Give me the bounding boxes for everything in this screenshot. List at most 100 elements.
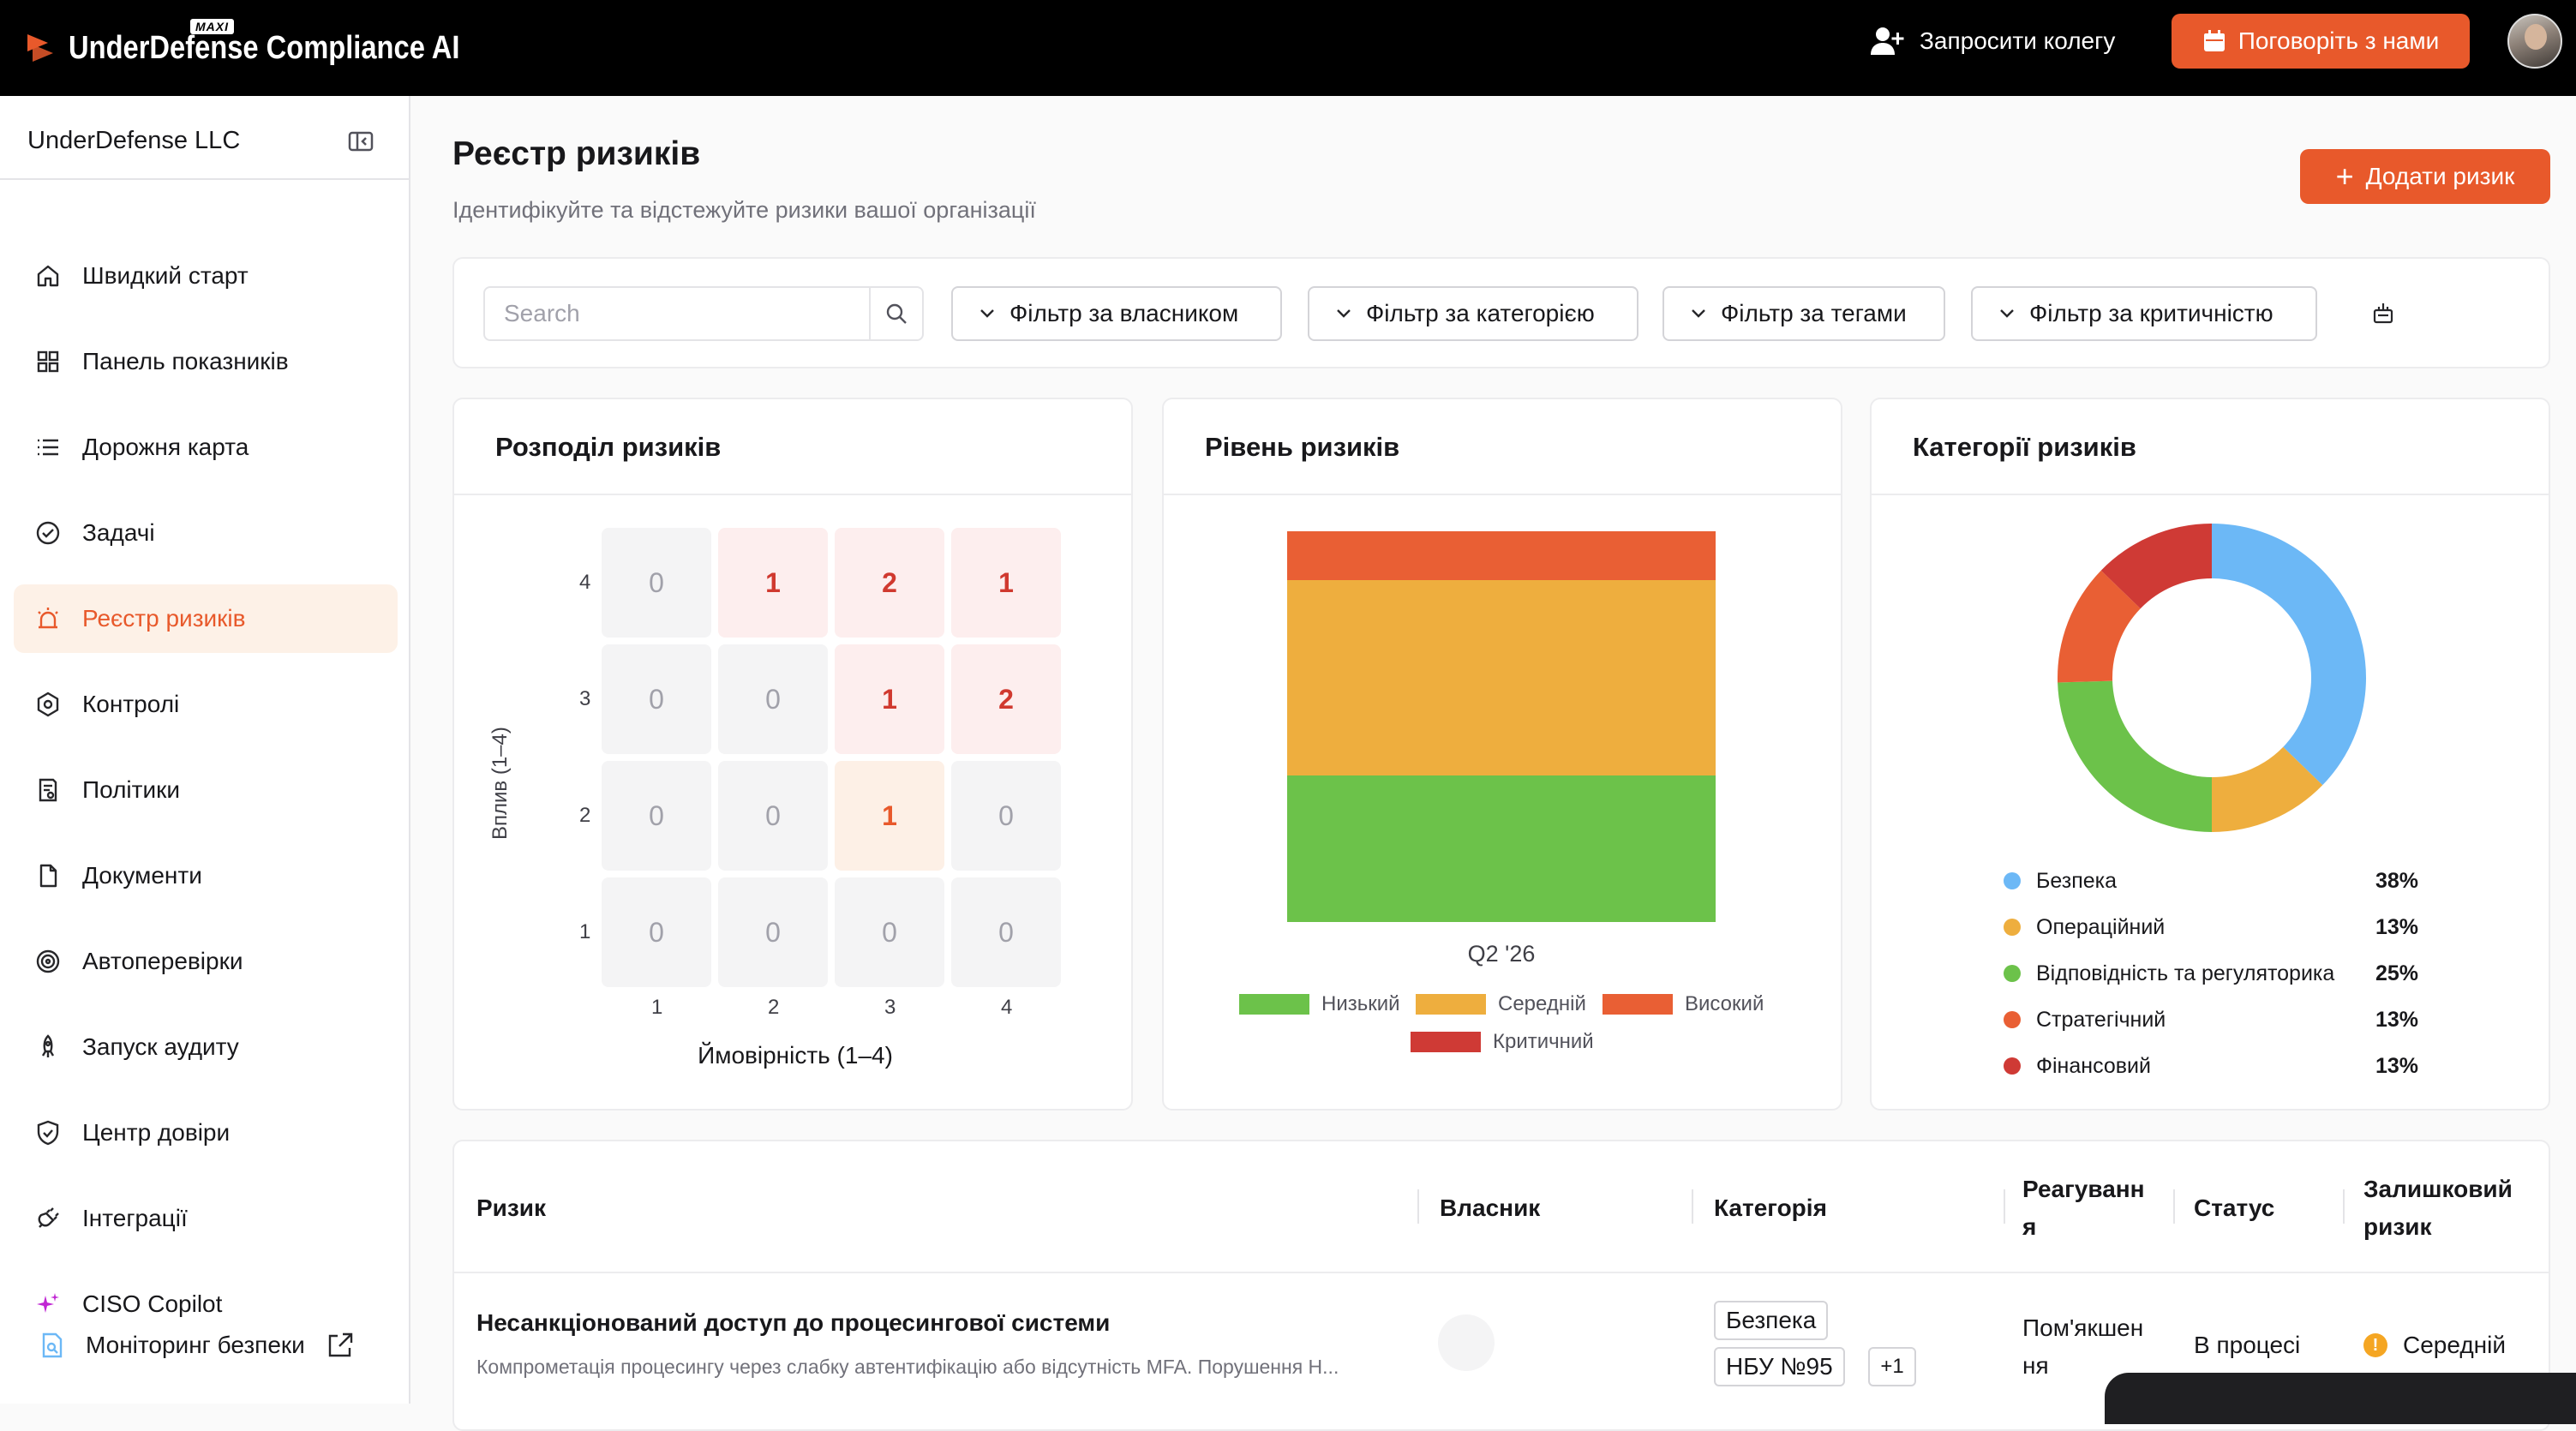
legend-swatch	[1603, 994, 1673, 1015]
legend-swatch	[1411, 1032, 1481, 1052]
risk-title[interactable]: Несанкціонований доступ до процесингової…	[476, 1309, 1110, 1337]
monitoring-label: Моніторинг безпеки	[86, 1332, 305, 1358]
bar-segment[interactable]	[1287, 775, 1716, 922]
column-owner[interactable]: Власник	[1440, 1189, 1540, 1227]
search-input[interactable]	[485, 288, 869, 339]
category-pct: 13%	[2375, 914, 2418, 939]
heatmap-cell[interactable]: 1	[718, 528, 828, 638]
heatmap-cell[interactable]: 0	[951, 877, 1061, 987]
page-subtitle: Ідентифікуйте та відстежуйте ризики вашо…	[452, 197, 1036, 223]
more-tags-badge[interactable]: +1	[1868, 1347, 1916, 1386]
category-name: Операційний	[2036, 914, 2166, 939]
heatmap-cell[interactable]: 1	[951, 528, 1061, 638]
search-box	[483, 286, 924, 341]
owner-avatar[interactable]	[1438, 1314, 1495, 1371]
sidebar-item-policies[interactable]: Політики	[14, 756, 398, 824]
heatmap-cell[interactable]: 1	[835, 761, 944, 871]
tags-filter[interactable]: Фільтр за тегами	[1662, 286, 1945, 341]
sidebar-item-label: CISO Copilot	[82, 1290, 223, 1317]
category-filter[interactable]: Фільтр за категорією	[1308, 286, 1638, 341]
regulation-tag: НБУ №95	[1714, 1347, 1845, 1386]
overlay-popup-edge	[2105, 1373, 2576, 1424]
brand-name: UnderDefense Compliance AI	[69, 29, 460, 66]
heatmap-cell[interactable]: 0	[602, 877, 711, 987]
column-response-line2: я	[2022, 1213, 2037, 1240]
legend-dot	[2004, 1057, 2021, 1075]
column-risk[interactable]: Ризик	[476, 1189, 546, 1227]
heatmap-cell[interactable]: 0	[602, 644, 711, 754]
heatmap-y-tick: 3	[579, 687, 591, 710]
column-residual-risk[interactable]: Залишковий ризик	[2363, 1171, 2513, 1246]
logo-mark-icon	[27, 34, 53, 62]
bar-segment[interactable]	[1287, 531, 1716, 580]
category-pct: 38%	[2375, 868, 2418, 893]
sidebar-item-trust-center[interactable]: Центр довіри	[14, 1099, 398, 1167]
owner-filter-label: Фільтр за власником	[1009, 300, 1239, 326]
document-icon	[39, 864, 57, 888]
table-header-divider	[454, 1272, 2549, 1273]
sidebar-item-autochecks[interactable]: Автоперевірки	[14, 927, 398, 996]
heatmap-y-tick: 2	[579, 804, 591, 827]
add-risk-button[interactable]: + Додати ризик	[2300, 149, 2550, 204]
heatmap-x-tick: 4	[1001, 996, 1013, 1019]
column-response[interactable]: Реагуванн я	[2022, 1171, 2145, 1246]
clear-filters-icon[interactable]	[2370, 300, 2396, 326]
card-header: Розподіл ризиків	[454, 399, 1131, 495]
sidebar-collapse-icon[interactable]	[348, 130, 374, 153]
sidebar-item-controls[interactable]: Контролі	[14, 670, 398, 739]
invite-colleague-button[interactable]: Запросити колегу	[1870, 21, 2115, 62]
sidebar-item-integrations[interactable]: Інтеграції	[14, 1184, 398, 1253]
sidebar-item-dashboard[interactable]: Панель показників	[14, 327, 398, 396]
tags-filter-label: Фільтр за тегами	[1721, 300, 1907, 326]
legend-dot	[2004, 919, 2021, 936]
risk-level-chart	[1287, 531, 1716, 922]
sidebar-item-risk-register[interactable]: Реєстр ризиків	[14, 584, 398, 653]
legend-dot	[2004, 965, 2021, 982]
plus-icon: +	[2335, 159, 2354, 194]
donut-slice[interactable]	[2058, 680, 2212, 832]
search-button[interactable]	[869, 288, 922, 339]
heatmap-cell[interactable]: 0	[602, 528, 711, 638]
heatmap-cell[interactable]: 0	[602, 761, 711, 871]
heatmap-y-tick: 4	[579, 571, 591, 594]
heatmap-cell[interactable]: 0	[718, 761, 828, 871]
top-bar: UnderDefense Compliance AI MAXI Запросит…	[0, 0, 2576, 96]
chevron-down-icon	[980, 309, 994, 318]
talk-to-us-button[interactable]: Поговоріть з нами	[2172, 14, 2470, 69]
heatmap-cell[interactable]: 0	[951, 761, 1061, 871]
alarm-icon	[38, 608, 58, 629]
column-divider	[1692, 1189, 1693, 1224]
heatmap-cell[interactable]: 0	[718, 644, 828, 754]
sparkle-icon	[37, 1293, 59, 1313]
column-status[interactable]: Статус	[2194, 1189, 2274, 1227]
bar-x-tick: Q2 '26	[1467, 941, 1536, 967]
heatmap-cell[interactable]: 1	[835, 644, 944, 754]
sidebar-item-roadmap[interactable]: Дорожня карта	[14, 413, 398, 482]
heatmap-cell[interactable]: 2	[835, 528, 944, 638]
sidebar-item-tasks[interactable]: Задачі	[14, 499, 398, 567]
talk-label: Поговоріть з нами	[2238, 27, 2440, 54]
org-name[interactable]: UnderDefense LLC	[27, 127, 240, 155]
page-title: Реєстр ризиків	[452, 135, 701, 172]
donut-slice[interactable]	[2212, 524, 2366, 786]
sidebar-item-label: Швидкий старт	[82, 262, 249, 289]
security-monitoring-link[interactable]: Моніторинг безпеки	[39, 1325, 355, 1366]
dashboard-icon	[37, 350, 59, 373]
user-avatar[interactable]	[2507, 14, 2562, 69]
plug-icon	[38, 1207, 59, 1228]
heatmap-cell[interactable]: 0	[718, 877, 828, 987]
heatmap-cell[interactable]: 2	[951, 644, 1061, 754]
column-category[interactable]: Категорія	[1714, 1189, 1827, 1227]
bar-segment[interactable]	[1287, 580, 1716, 775]
sidebar-item-quick-start[interactable]: Швидкий старт	[14, 242, 398, 310]
sidebar-item-audit-launch[interactable]: Запуск аудиту	[14, 1013, 398, 1081]
sidebar-item-documents[interactable]: Документи	[14, 841, 398, 910]
heatmap-cell[interactable]: 0	[835, 877, 944, 987]
category-pct: 13%	[2375, 1053, 2418, 1078]
card-header: Категорії ризиків	[1872, 399, 2549, 495]
risk-categories-donut	[2058, 524, 2366, 832]
category-name: Безпека	[2036, 868, 2118, 893]
criticality-filter[interactable]: Фільтр за критичністю	[1971, 286, 2317, 341]
owner-filter[interactable]: Фільтр за власником	[951, 286, 1282, 341]
brand-logo[interactable]: UnderDefense Compliance AI MAXI	[26, 19, 524, 75]
